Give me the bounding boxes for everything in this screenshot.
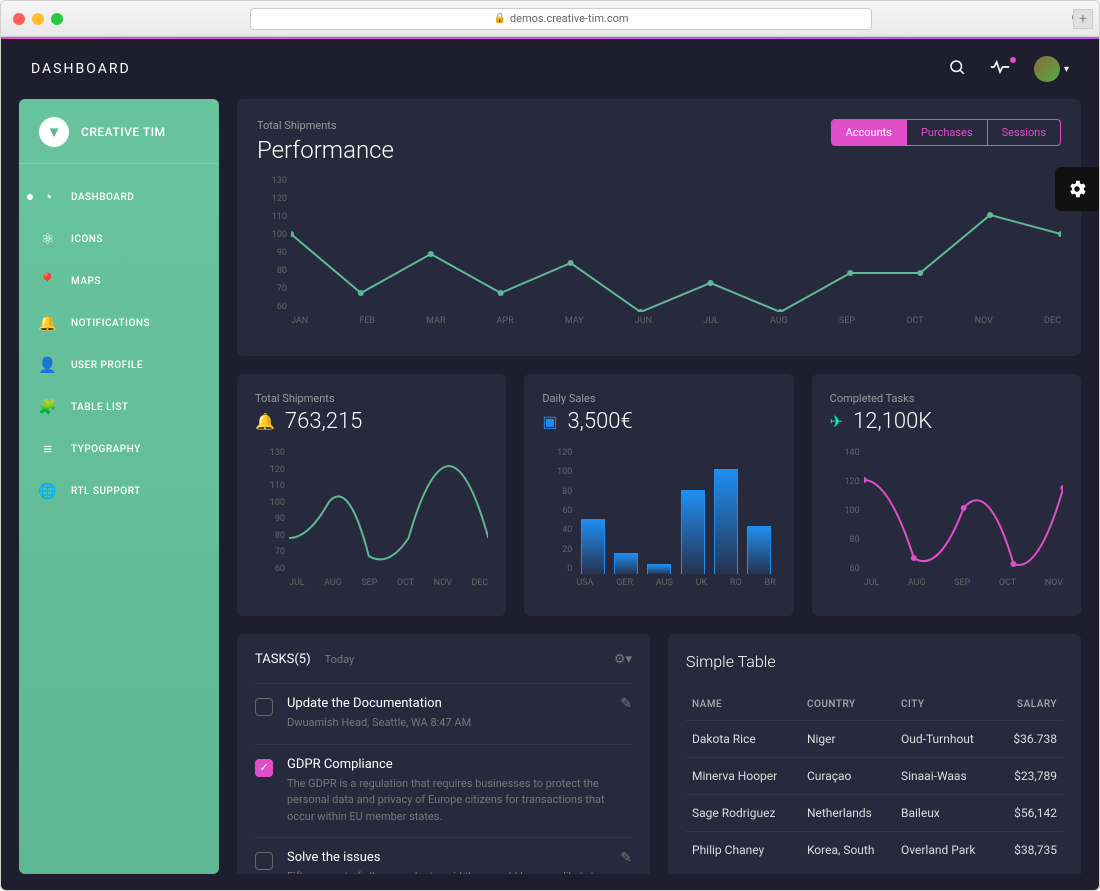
completed-chart: 1401201008060 JULAUGSEPOCTNOV [830,448,1063,598]
card-subtitle: Total Shipments [257,119,394,132]
search-icon[interactable] [948,58,966,81]
sidebar-item-dashboard[interactable]: ◔ DASHBOARD [19,176,219,218]
performance-chart: 13012011010090807060 JANFEBMARAPRMAYJUNJ… [257,176,1061,336]
task-title: GDPR Compliance [287,757,632,772]
sidebar-item-table-list[interactable]: 🧩 TABLE LIST [19,386,219,428]
gear-icon[interactable]: ⚙▾ [614,652,632,667]
activity-icon[interactable] [990,59,1010,79]
notification-dot [1010,57,1016,63]
pin-icon: 📍 [39,272,57,290]
sidebar-item-user-profile[interactable]: 👤 USER PROFILE [19,344,219,386]
th-salary: SALARY [997,689,1063,721]
task-desc: Fifty percent of all respondents said th… [287,869,606,874]
table-card: Simple Table NAME COUNTRY CITY SALARY Da… [668,634,1081,874]
brand[interactable]: ▼ CREATIVE TIM [19,117,219,164]
table-title: Simple Table [686,652,1063,671]
card-subtitle: Completed Tasks [830,392,1063,405]
sidebar-item-label: NOTIFICATIONS [71,318,150,329]
align-icon: ≡ [39,440,57,458]
task-checkbox[interactable] [255,852,273,870]
task-row: Solve the issues Fifty percent of all res… [255,837,632,874]
sidebar-item-label: ICONS [71,234,103,245]
tasks-today: Today [325,653,355,666]
sidebar: ▼ CREATIVE TIM ◔ DASHBOARD ⚛ ICONS 📍 MAPS 🔔… [19,99,219,874]
sidebar-item-label: USER PROFILE [71,360,143,371]
lock-icon: 🔒 [493,13,505,24]
task-title: Update the Documentation [287,696,606,711]
sidebar-item-rtl-support[interactable]: 🌐 RTL SUPPORT [19,470,219,512]
sidebar-item-label: MAPS [71,276,101,287]
page-title: DASHBOARD [31,61,131,77]
shipments-chart: 13012011010090807060 JULAUGSEPOCTNOVDEC [255,448,488,598]
user-icon: 👤 [39,356,57,374]
chevron-down-icon: ▾ [1064,64,1069,75]
card-subtitle: Total Shipments [255,392,488,405]
metric-value: 3,500€ [567,409,632,434]
task-checkbox[interactable]: ✓ [255,759,273,777]
task-row: ✓ GDPR Compliance The GDPR is a regulatio… [255,744,632,838]
chart-tab-group: Accounts Purchases Sessions [831,119,1061,146]
bell-icon: 🔔 [39,314,57,332]
settings-fab[interactable] [1055,167,1099,211]
table-row: Sage RodriguezNetherlandsBaileux$56,142 [686,795,1063,832]
table-row: Dakota RiceNigerOud-Turnhout$36.738 [686,721,1063,758]
atom-icon: ⚛ [39,230,57,248]
completed-tasks-card: Completed Tasks ✈ 12,100K 1401201008060 J… [812,374,1081,616]
sidebar-item-label: TYPOGRAPHY [71,444,141,455]
window-minimize-icon[interactable] [32,13,44,25]
sidebar-item-typography[interactable]: ≡ TYPOGRAPHY [19,428,219,470]
tab-accounts[interactable]: Accounts [832,120,907,145]
sidebar-item-label: TABLE LIST [71,402,129,413]
task-desc: Dwuamish Head, Seattle, WA 8:47 AM [287,715,606,732]
window-close-icon[interactable] [13,13,25,25]
th-name: NAME [686,689,801,721]
task-desc: The GDPR is a regulation that requires b… [287,776,632,826]
sales-chart: 120100806040200 USAGERAUSUKROBR [542,448,775,598]
th-city: CITY [895,689,997,721]
topbar: DASHBOARD ▾ [1,39,1099,99]
chart-pie-icon: ◔ [39,188,57,206]
delivery-icon: ▣ [542,412,557,431]
metric-value: 763,215 [285,409,362,434]
task-title: Solve the issues [287,850,606,865]
sidebar-item-maps[interactable]: 📍 MAPS [19,260,219,302]
performance-card: Total Shipments Performance Accounts Pur… [237,99,1081,356]
sidebar-item-label: RTL SUPPORT [71,486,141,497]
new-tab-button[interactable]: + [1073,9,1093,29]
metric-value: 12,100K [853,409,932,434]
edit-icon[interactable]: ✎ [620,850,632,866]
tab-sessions[interactable]: Sessions [988,120,1060,145]
globe-icon: 🌐 [39,482,57,500]
send-icon: ✈ [830,412,843,431]
sales-card: Daily Sales ▣ 3,500€ 120100806040200 USAG… [524,374,793,616]
card-title: Performance [257,136,394,164]
tasks-title: TASKS(5) [255,652,311,667]
window-maximize-icon[interactable] [51,13,63,25]
edit-icon[interactable]: ✎ [620,696,632,712]
url-bar[interactable]: 🔒 demos.creative-tim.com [250,8,872,30]
browser-toolbar: 🔒demos.creative-tim.com ⟳ + [1,1,1099,37]
brand-logo: ▼ [39,117,69,147]
table-row: Minerva HooperCuraçaoSinaai-Waas$23,789 [686,758,1063,795]
task-checkbox[interactable] [255,698,273,716]
user-menu[interactable]: ▾ [1034,56,1069,82]
bell-icon: 🔔 [255,412,275,431]
sidebar-item-icons[interactable]: ⚛ ICONS [19,218,219,260]
avatar [1034,56,1060,82]
shipments-card: Total Shipments 🔔 763,215 130120110100908… [237,374,506,616]
tab-purchases[interactable]: Purchases [907,120,988,145]
table-row: Philip ChaneyKorea, SouthOverland Park$3… [686,832,1063,869]
sidebar-item-label: DASHBOARD [71,192,134,203]
simple-table: NAME COUNTRY CITY SALARY Dakota RiceNige… [686,689,1063,868]
sidebar-item-notifications[interactable]: 🔔 NOTIFICATIONS [19,302,219,344]
puzzle-icon: 🧩 [39,398,57,416]
tasks-card: TASKS(5) Today ⚙▾ Update the Documentatio… [237,634,650,874]
th-country: COUNTRY [801,689,895,721]
brand-name: CREATIVE TIM [81,125,166,139]
url-text: demos.creative-tim.com [510,12,629,25]
task-row: Update the Documentation Dwuamish Head, S… [255,683,632,744]
card-subtitle: Daily Sales [542,392,775,405]
